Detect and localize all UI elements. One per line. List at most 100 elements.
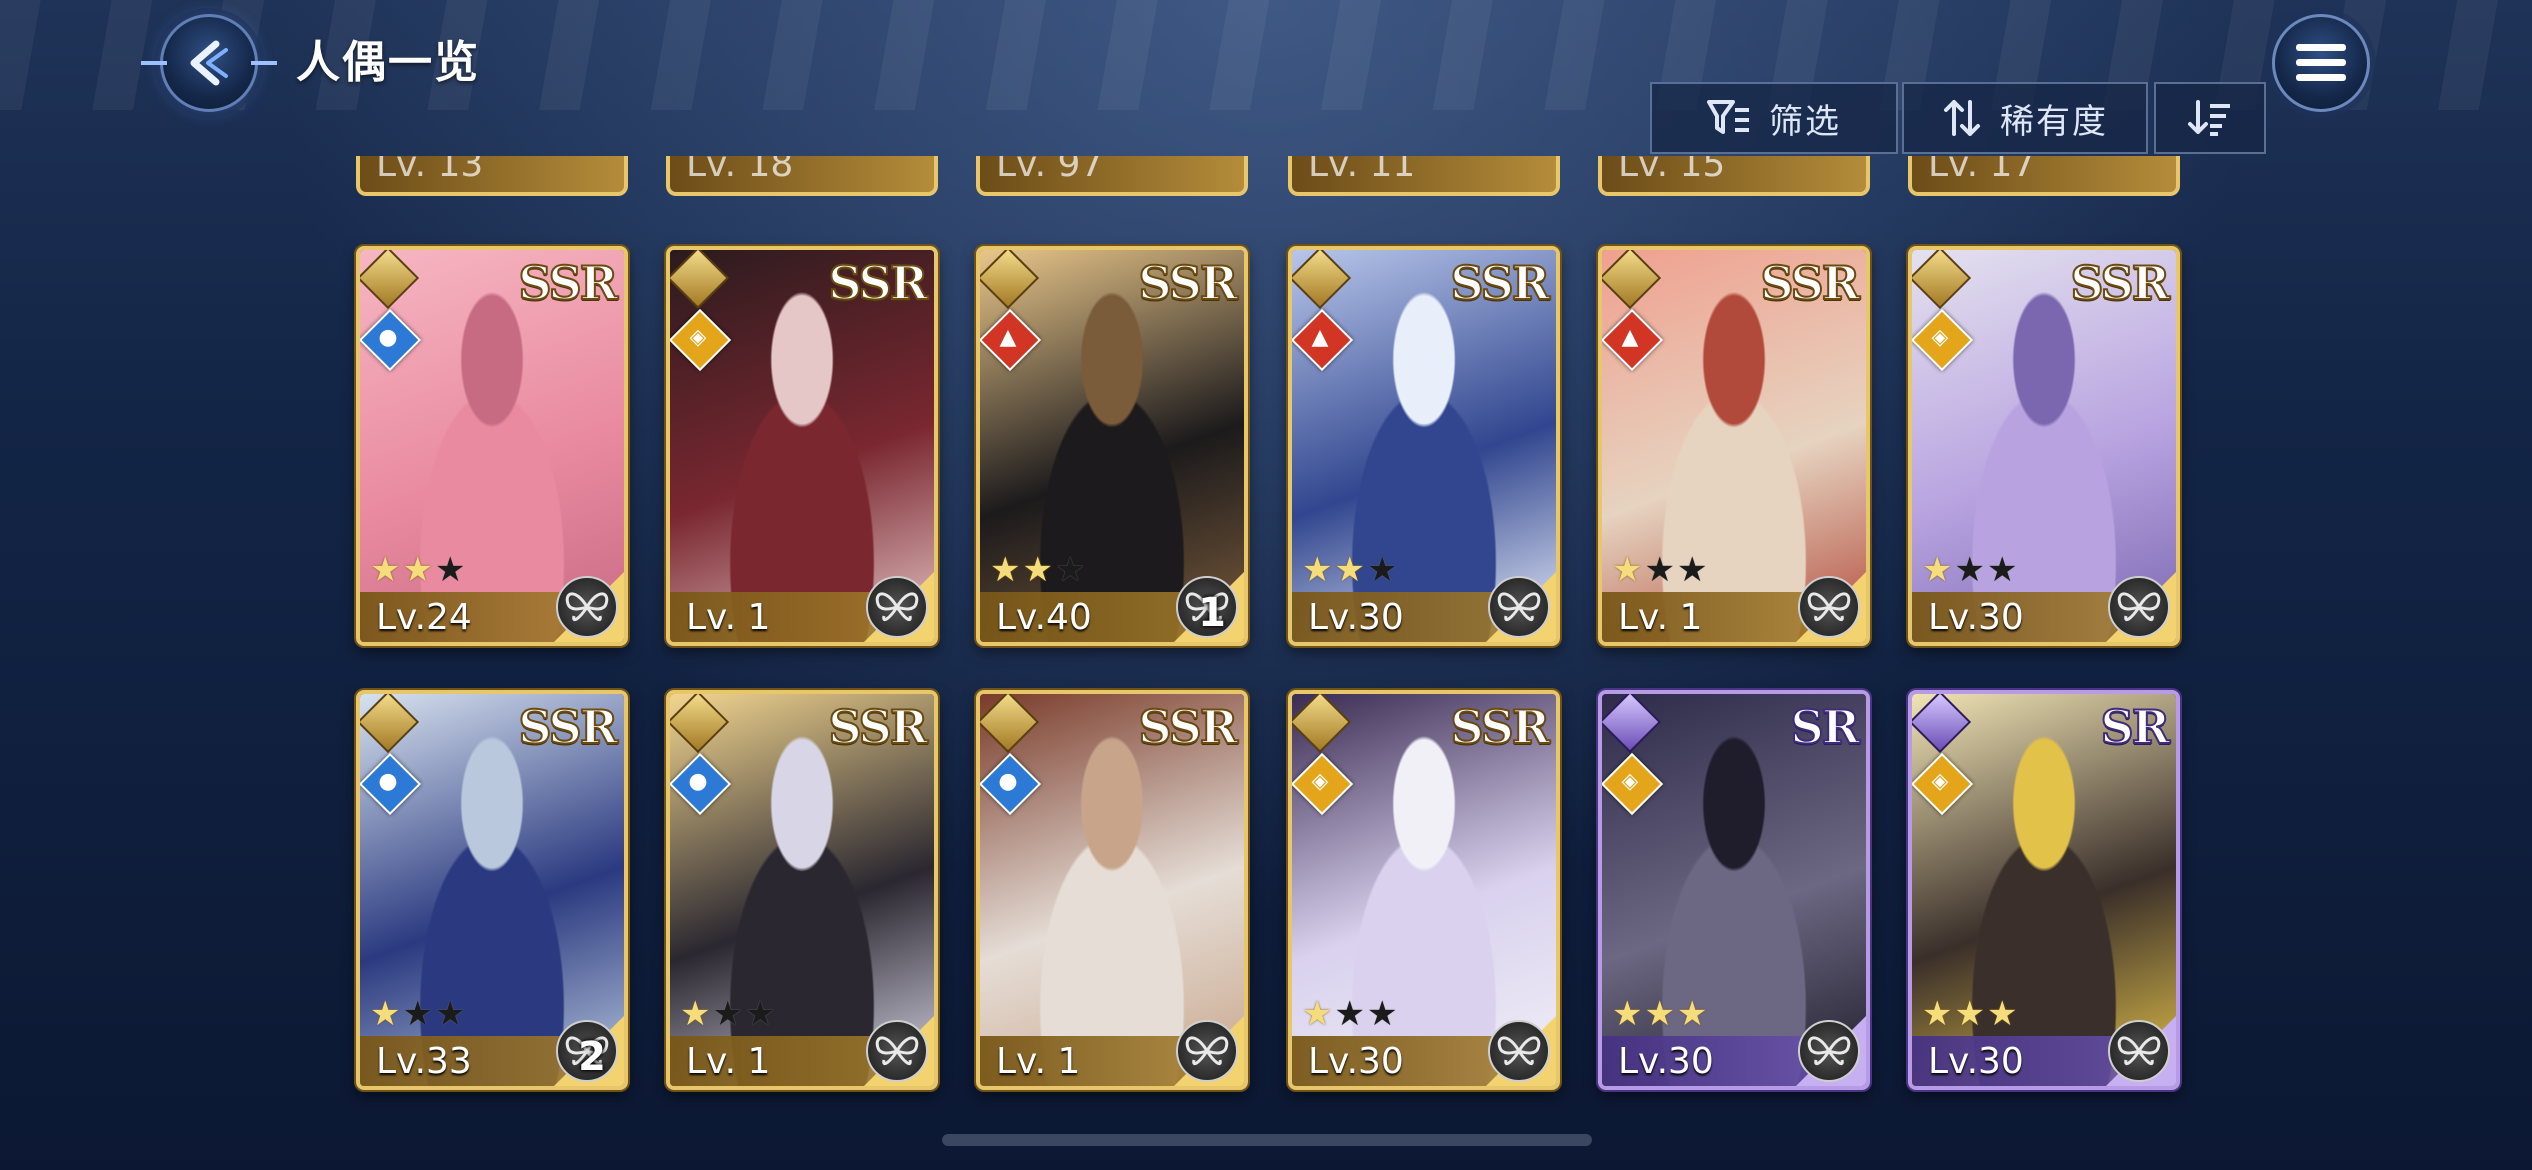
rarity-label: SSR xyxy=(517,699,619,755)
hamburger-menu-icon xyxy=(2296,44,2346,81)
rarity-label: SR xyxy=(1790,699,1861,755)
doll-card[interactable]: ◈ SSR ★★★ Lv.30 xyxy=(1908,246,2180,646)
sort-icon xyxy=(1944,100,1980,136)
star-icon: ★ xyxy=(1302,994,1335,1034)
butterfly-emblem-icon xyxy=(1488,1020,1550,1082)
level-label: Lv.40 xyxy=(996,597,1092,638)
menu-button[interactable] xyxy=(2272,14,2370,112)
home-indicator[interactable] xyxy=(942,1134,1592,1146)
star-icon: ★ xyxy=(1612,550,1645,590)
butterfly-emblem-icon xyxy=(1798,1020,1860,1082)
water-glyph-icon: ● xyxy=(688,768,708,794)
doll-card[interactable]: ● SSR Lv. 1 xyxy=(976,690,1248,1090)
doll-card[interactable]: ◈ SR ★★★ Lv.30 xyxy=(1598,690,1870,1090)
doll-card[interactable]: ● SSR ★★★ Lv.24 xyxy=(356,246,628,646)
butterfly-emblem-icon xyxy=(1176,1020,1238,1082)
star-icon: ★ xyxy=(744,994,778,1034)
butterfly-emblem-icon xyxy=(556,576,618,638)
sort-descending-icon xyxy=(2188,100,2230,136)
light-glyph-icon: ◈ xyxy=(1621,768,1639,794)
level-label: Lv.30 xyxy=(1928,597,2024,638)
partial-card-level: Lv. 11 xyxy=(1308,156,1416,185)
level-label: Lv.24 xyxy=(376,597,472,638)
star-icon: ★ xyxy=(1922,550,1955,590)
star-icon: ★ xyxy=(1986,994,2020,1034)
light-glyph-icon: ◈ xyxy=(689,324,707,350)
star-icon: ★ xyxy=(1922,994,1955,1034)
doll-card[interactable]: ● SSR ★★★ Lv. 1 xyxy=(666,690,938,1090)
fire-glyph-icon: ▲ xyxy=(999,324,1017,350)
rarity-label: SSR xyxy=(1137,699,1239,755)
doll-card[interactable]: ▲ SSR ★★★ Lv.40 1 xyxy=(976,246,1248,646)
rarity-label: SSR xyxy=(827,699,929,755)
rarity-label: SSR xyxy=(1449,255,1551,311)
water-glyph-icon: ● xyxy=(378,324,398,350)
butterfly-emblem-icon xyxy=(866,576,928,638)
partial-card[interactable]: Lv. 15 xyxy=(1598,156,1870,196)
star-rating: ★★★ xyxy=(1922,994,2019,1034)
star-icon: ★ xyxy=(1366,550,1400,590)
light-glyph-icon: ◈ xyxy=(1931,324,1949,350)
partial-card[interactable]: Lv. 17 xyxy=(1908,156,2180,196)
star-icon: ★ xyxy=(1334,550,1367,590)
partial-card-level: Lv. 97 xyxy=(996,156,1104,185)
rarity-label: SSR xyxy=(2069,255,2171,311)
star-icon: ★ xyxy=(1612,994,1645,1034)
filter-label: 筛选 xyxy=(1769,101,1841,142)
star-icon: ★ xyxy=(712,994,745,1034)
doll-card[interactable]: ▲ SSR ★★★ Lv.30 xyxy=(1288,246,1560,646)
star-rating: ★★★ xyxy=(1612,994,1709,1034)
level-label: Lv.30 xyxy=(1308,597,1404,638)
doll-card[interactable]: ▲ SSR ★★★ Lv. 1 xyxy=(1598,246,1870,646)
star-rating: ★★★ xyxy=(370,994,467,1034)
butterfly-emblem-icon xyxy=(2108,576,2170,638)
rarity-label: SSR xyxy=(1137,255,1239,311)
back-button[interactable] xyxy=(141,14,277,112)
partial-card-level: Lv. 17 xyxy=(1928,156,2036,185)
star-rating: ★★★ xyxy=(1612,550,1709,590)
fire-glyph-icon: ▲ xyxy=(1311,324,1329,350)
fire-glyph-icon: ▲ xyxy=(1621,324,1639,350)
doll-card[interactable]: ◈ SSR ★★★ Lv.30 xyxy=(1288,690,1560,1090)
filter-button[interactable]: 筛选 xyxy=(1650,82,1898,154)
duplicate-count: 2 xyxy=(578,1034,606,1080)
star-rating: ★★★ xyxy=(680,994,777,1034)
partial-card-level: Lv. 18 xyxy=(686,156,794,185)
star-icon: ★ xyxy=(1644,994,1677,1034)
butterfly-emblem-icon xyxy=(2108,1020,2170,1082)
back-arrow-icon xyxy=(190,40,228,86)
star-icon: ★ xyxy=(1366,994,1400,1034)
partial-card[interactable]: Lv. 13 xyxy=(356,156,628,196)
level-label: Lv.30 xyxy=(1928,1041,2024,1082)
star-icon: ★ xyxy=(370,994,403,1034)
level-label: Lv. 1 xyxy=(996,1041,1081,1082)
star-icon: ★ xyxy=(402,994,435,1034)
light-glyph-icon: ◈ xyxy=(1931,768,1949,794)
partial-card[interactable]: Lv. 11 xyxy=(1288,156,1560,196)
star-icon: ★ xyxy=(1954,550,1987,590)
butterfly-emblem-icon xyxy=(1488,576,1550,638)
sort-button[interactable]: 稀有度 xyxy=(1902,82,2148,154)
star-icon: ★ xyxy=(1644,550,1677,590)
star-icon: ★ xyxy=(1954,994,1987,1034)
level-label: Lv.30 xyxy=(1308,1041,1404,1082)
sort-order-button[interactable] xyxy=(2154,82,2266,154)
level-label: Lv.30 xyxy=(1618,1041,1714,1082)
star-icon: ★ xyxy=(1676,550,1710,590)
star-rating: ★★★ xyxy=(1922,550,2019,590)
sort-label: 稀有度 xyxy=(2000,101,2108,142)
level-label: Lv. 1 xyxy=(1618,597,1703,638)
page-title: 人偶一览 xyxy=(296,37,480,88)
doll-card[interactable]: ● SSR ★★★ Lv.33 2 xyxy=(356,690,628,1090)
partial-card[interactable]: Lv. 18 xyxy=(666,156,938,196)
star-icon: ★ xyxy=(434,550,468,590)
star-icon: ★ xyxy=(434,994,468,1034)
doll-card[interactable]: ◈ SSR Lv. 1 xyxy=(666,246,938,646)
doll-card[interactable]: ◈ SR ★★★ Lv.30 xyxy=(1908,690,2180,1090)
butterfly-emblem-icon xyxy=(1798,576,1860,638)
star-icon: ★ xyxy=(990,550,1023,590)
light-glyph-icon: ◈ xyxy=(1311,768,1329,794)
star-icon: ★ xyxy=(1986,550,2020,590)
partial-card[interactable]: Lv. 97 xyxy=(976,156,1248,196)
star-icon: ★ xyxy=(402,550,435,590)
